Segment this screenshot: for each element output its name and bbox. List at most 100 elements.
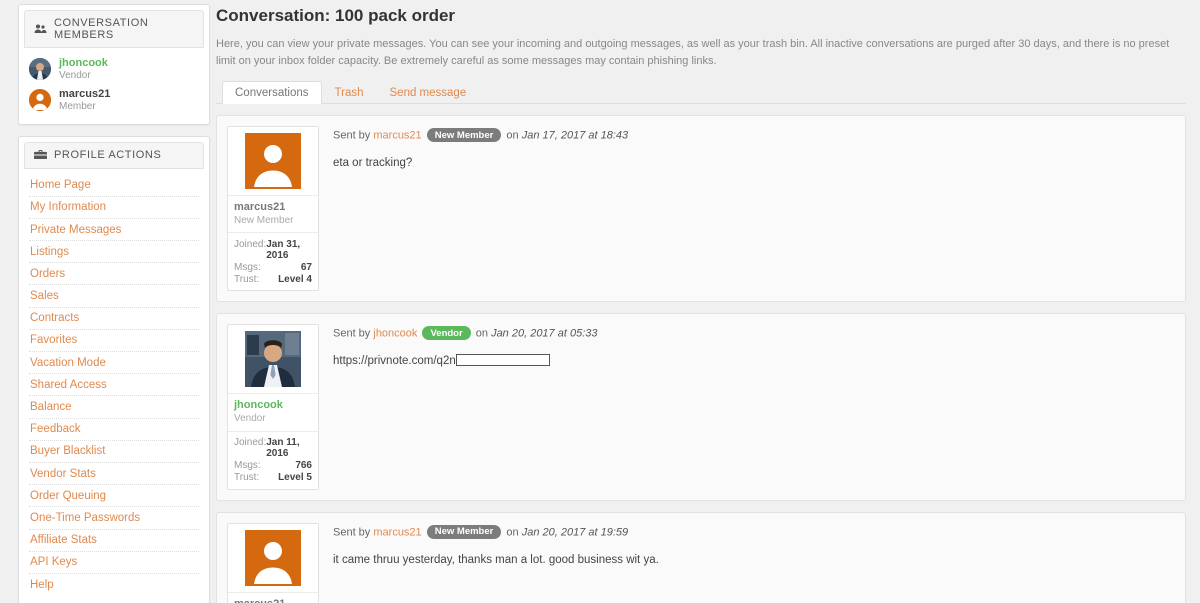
stat-row-msgs: Msgs: 766 (234, 460, 312, 472)
sidebar-item-feedback[interactable]: Feedback (29, 419, 199, 440)
users-icon (34, 23, 47, 36)
sidebar-item-orders[interactable]: Orders (29, 263, 199, 284)
list-item: Vacation Mode (29, 352, 199, 375)
sidebar-item-sales[interactable]: Sales (29, 285, 199, 306)
avatar (245, 529, 301, 586)
stat-value: Jan 31, 2016 (266, 238, 301, 261)
avatar (29, 89, 51, 112)
author-name[interactable]: marcus21 (234, 201, 312, 215)
sidebar-item-vendor-stats[interactable]: Vendor Stats (29, 463, 199, 484)
sidebar-item-my-information[interactable]: My Information (29, 197, 199, 218)
author-role: New Member (234, 214, 294, 226)
conversation-members-body: jhoncook Vendor marcus21 Member (19, 48, 209, 124)
author-identity: jhoncook Vendor (228, 393, 318, 430)
sidebar-item-order-queuing[interactable]: Order Queuing (29, 485, 199, 506)
profile-actions-list: Home Page My Information Private Message… (29, 175, 199, 596)
sidebar-item-vacation-mode[interactable]: Vacation Mode (29, 352, 199, 373)
message-author-card: marcus21 New Member Joined: Jan 31, 2016… (227, 522, 319, 603)
message-text-value: https://privnote.com/q2n (333, 355, 456, 368)
stat-value: 766 (295, 460, 312, 472)
author-stats: Joined: Jan 11, 2016 Msgs: 766 Trust: Le… (228, 430, 318, 489)
status-badge: New Member (426, 524, 502, 539)
sidebar-item-shared-access[interactable]: Shared Access (29, 374, 199, 395)
member-item-marcus21[interactable]: marcus21 Member (29, 85, 199, 116)
author-avatar-wrap (228, 524, 318, 592)
intro-text: Here, you can view your private messages… (216, 38, 1170, 68)
stat-label: Trust: (234, 273, 260, 285)
message-text: it came thruu yesterday, thanks man a lo… (333, 553, 659, 566)
sidebar-item-listings[interactable]: Listings (29, 241, 199, 262)
message-author-link[interactable]: marcus21 (373, 130, 421, 142)
profile-actions-title: PROFILE ACTIONS (54, 149, 162, 162)
member-item-jhoncook[interactable]: jhoncook Vendor (29, 54, 199, 85)
tab-conversations[interactable]: Conversations (222, 81, 322, 105)
stat-row-trust: Trust: Level 4 (234, 273, 312, 285)
sent-by-label: Sent by (333, 327, 371, 340)
list-item: Shared Access (29, 374, 199, 397)
stat-row-trust: Trust: Level 5 (234, 472, 312, 484)
message-text: https://privnote.com/q2n (333, 353, 1171, 370)
message-body: Sent by marcus21 New Member on Jan 17, 2… (319, 126, 1175, 291)
stat-label: Msgs: (234, 460, 261, 472)
author-role: Vendor (234, 413, 266, 425)
avatar (245, 133, 301, 190)
stat-value: Jan 11, 2016 (266, 437, 300, 460)
list-item: API Keys (29, 552, 199, 574)
stat-label: Trust: (234, 472, 260, 484)
sent-by-label: Sent by (333, 129, 371, 142)
sidebar-item-home-page[interactable]: Home Page (29, 175, 199, 196)
main-content: Conversation: 100 pack order Here, you c… (210, 0, 1200, 603)
status-badge: Vendor (422, 326, 471, 341)
sidebar-item-favorites[interactable]: Favorites (29, 330, 199, 351)
list-item: One-Time Passwords (29, 507, 199, 530)
message-card: marcus21 New Member Joined: Jan 31, 2016… (216, 511, 1186, 603)
message-timestamp: Jan 17, 2017 at 18:43 (521, 129, 629, 142)
tab-send-message[interactable]: Send message (377, 81, 480, 104)
message-timestamp: Jan 20, 2017 at 05:33 (491, 327, 598, 340)
sidebar-item-api-keys[interactable]: API Keys (29, 552, 199, 573)
message-author-link[interactable]: jhoncook (373, 328, 417, 340)
stat-label: Msgs: (234, 261, 261, 273)
avatar (245, 331, 301, 388)
member-role: Vendor (59, 69, 91, 81)
member-role: Member (59, 100, 96, 112)
tab-bar: Conversations Trash Send message (216, 80, 1186, 105)
sidebar-item-affiliate-stats[interactable]: Affiliate Stats (29, 530, 199, 551)
author-avatar-wrap (228, 127, 318, 195)
stat-row-msgs: Msgs: 67 (234, 261, 312, 273)
list-item: Sales (29, 285, 199, 308)
profile-actions-header: PROFILE ACTIONS (24, 141, 204, 169)
sidebar: CONVERSATION MEMBERS jhoncook Vendor mar… (0, 0, 210, 603)
message-header: Sent by marcus21 New Member on Jan 20, 2… (333, 524, 1171, 539)
conversation-members-panel: CONVERSATION MEMBERS jhoncook Vendor mar… (18, 4, 210, 125)
on-label: on (506, 526, 519, 539)
list-item: Vendor Stats (29, 463, 199, 486)
list-item: Orders (29, 263, 199, 286)
sidebar-item-buyer-blacklist[interactable]: Buyer Blacklist (29, 441, 199, 462)
on-label: on (506, 129, 519, 142)
stat-label: Joined: (234, 437, 267, 449)
author-name[interactable]: marcus21 (234, 598, 312, 603)
list-item: Balance (29, 396, 199, 419)
list-item: Contracts (29, 308, 199, 330)
briefcase-icon (34, 149, 47, 162)
avatar (29, 58, 51, 81)
sidebar-item-private-messages[interactable]: Private Messages (29, 219, 199, 240)
profile-actions-panel: PROFILE ACTIONS Home Page My Information… (18, 135, 210, 603)
list-item: Private Messages (29, 219, 199, 242)
sidebar-item-contracts[interactable]: Contracts (29, 308, 199, 329)
list-item: Feedback (29, 419, 199, 441)
sidebar-item-one-time-passwords[interactable]: One-Time Passwords (29, 507, 199, 528)
message-body: Sent by jhoncook Vendor on Jan 20, 2017 … (319, 324, 1175, 489)
sidebar-item-help[interactable]: Help (29, 574, 199, 595)
stat-row-joined: Joined: Jan 11, 2016 (234, 437, 312, 460)
stat-row-joined: Joined: Jan 31, 2016 (234, 238, 312, 261)
message-text: eta or tracking? (333, 157, 413, 170)
message-author-link[interactable]: marcus21 (373, 526, 421, 538)
tab-trash[interactable]: Trash (322, 81, 377, 104)
list-item: My Information (29, 197, 199, 219)
author-name[interactable]: jhoncook (234, 399, 312, 413)
stat-value: Level 4 (278, 273, 312, 285)
author-stats: Joined: Jan 31, 2016 Msgs: 67 Trust: Lev… (228, 232, 318, 290)
sidebar-item-balance[interactable]: Balance (29, 396, 199, 417)
